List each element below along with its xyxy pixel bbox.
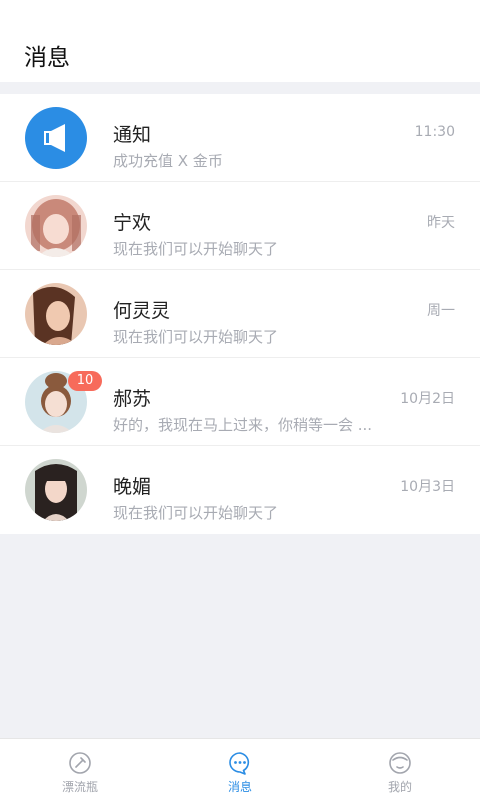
- message-row-notification[interactable]: 通知 成功充值 X 金币 11:30: [0, 94, 480, 182]
- message-time: 周一: [427, 303, 455, 319]
- message-preview: 现在我们可以开始聊天了: [113, 240, 279, 258]
- header: 消息: [0, 0, 480, 82]
- avatar: [25, 459, 87, 521]
- tab-profile[interactable]: 我的: [320, 739, 480, 800]
- tab-messages[interactable]: 消息: [160, 739, 320, 800]
- avatar-photo: [25, 195, 87, 257]
- message-preview: 成功充值 X 金币: [113, 152, 223, 170]
- message-row[interactable]: 晚媚 现在我们可以开始聊天了 10月3日: [0, 446, 480, 534]
- contact-name: 何灵灵: [113, 300, 171, 322]
- message-row[interactable]: 何灵灵 现在我们可以开始聊天了 周一: [0, 270, 480, 358]
- message-list: 通知 成功充值 X 金币 11:30 宁欢 现在我们可以开始聊天了 昨天 何灵灵…: [0, 94, 480, 534]
- contact-name: 郝苏: [113, 388, 152, 410]
- contact-name: 宁欢: [113, 212, 152, 234]
- divider: [0, 82, 480, 94]
- message-preview: 好的，我现在马上过来，你稍等一会 ...: [113, 416, 373, 434]
- tab-bar: 漂流瓶 消息 我的: [0, 738, 480, 800]
- contact-name: 通知: [113, 124, 152, 146]
- bottle-icon: [69, 752, 91, 774]
- speaker-icon: [44, 124, 65, 152]
- unread-badge: 10: [68, 371, 102, 391]
- contact-name: 晚媚: [113, 476, 152, 498]
- avatar-photo: [25, 459, 87, 521]
- avatar-photo: [25, 283, 87, 345]
- profile-icon: [389, 752, 411, 774]
- chat-bubble-icon: [229, 752, 250, 775]
- message-row[interactable]: 10 郝苏 好的，我现在马上过来，你稍等一会 ... 10月2日: [0, 358, 480, 446]
- message-time: 10月3日: [400, 479, 455, 495]
- message-time: 11:30: [414, 124, 455, 140]
- message-row[interactable]: 宁欢 现在我们可以开始聊天了 昨天: [0, 182, 480, 270]
- message-preview: 现在我们可以开始聊天了: [113, 328, 279, 346]
- tab-label: 漂流瓶: [61, 780, 98, 794]
- notification-avatar: [25, 107, 87, 169]
- page-title: 消息: [24, 45, 70, 71]
- message-preview: 现在我们可以开始聊天了: [113, 504, 279, 522]
- message-time: 10月2日: [400, 391, 455, 407]
- tab-label: 消息: [227, 780, 252, 794]
- avatar: [25, 283, 87, 345]
- tab-label: 我的: [387, 780, 412, 794]
- message-time: 昨天: [427, 215, 455, 231]
- avatar: [25, 195, 87, 257]
- tab-bottle[interactable]: 漂流瓶: [0, 739, 160, 800]
